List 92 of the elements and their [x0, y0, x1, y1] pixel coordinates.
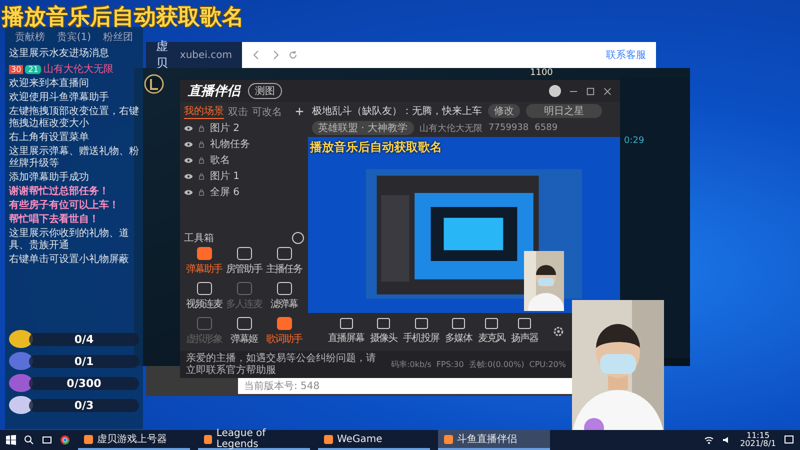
close-icon[interactable] — [603, 86, 612, 96]
stat-text: FPS:30 — [436, 360, 464, 369]
source-button[interactable]: 直播屏幕 — [328, 318, 364, 346]
tool-button[interactable]: 房管助手 — [224, 247, 264, 276]
message-text: 添加弹幕助手成功 — [9, 172, 90, 184]
streamer-name: 山有大伦大无限 — [420, 122, 483, 134]
category-button[interactable]: 英雄联盟 · 大神教学 — [312, 121, 414, 135]
taskbar-app[interactable]: 虚贝游戏上号器 — [78, 430, 190, 450]
lock-icon[interactable] — [197, 172, 206, 180]
add-icon[interactable] — [295, 107, 304, 116]
app-title: 直播伴侣 — [188, 83, 240, 100]
tool-button[interactable]: 主播任务 — [264, 247, 304, 276]
panel-tab[interactable]: 粉丝团 — [103, 30, 134, 44]
taskbar-app[interactable]: 斗鱼直播伴侣 — [438, 430, 550, 450]
message-text: 欢迎来到本直播间 — [9, 78, 89, 90]
source-button[interactable]: 麦克风 — [478, 318, 505, 346]
wifi-icon[interactable] — [704, 435, 714, 445]
rank-badge: 明日之星 — [526, 104, 602, 118]
maximize-icon[interactable] — [586, 86, 595, 96]
lock-icon[interactable] — [197, 156, 206, 164]
room-id: 7759938 — [488, 123, 529, 133]
message-text: 右上角有设置菜单 — [9, 132, 90, 144]
source-button[interactable]: 摄像头 — [370, 318, 397, 346]
lock-icon[interactable] — [197, 124, 206, 132]
task-progress: 0/300 — [29, 376, 139, 390]
eye-icon[interactable] — [184, 124, 193, 132]
message-text: 这里展示你收到的礼物、道具、贵族开通 — [9, 228, 130, 252]
lock-icon[interactable] — [197, 140, 206, 148]
room-title: 极地乱斗（缺队友）：无腾，快来上车 — [312, 104, 482, 118]
taskbar-app[interactable]: League of Legends — [198, 430, 310, 450]
level-badge: 30 — [9, 64, 24, 74]
source-button[interactable]: 扬声器 — [511, 318, 538, 346]
tool-button[interactable]: 视频连麦 — [184, 282, 224, 311]
toolbox-title: 工具箱 — [184, 232, 214, 245]
clock-date[interactable]: 2021/8/1 — [740, 440, 776, 448]
taskbar-app[interactable]: WeGame — [318, 430, 430, 450]
game-logo-icon[interactable] — [144, 74, 164, 94]
task-view-icon[interactable] — [42, 435, 52, 445]
settings-icon[interactable] — [553, 326, 564, 338]
stat-text: 码率:0kb/s — [391, 359, 432, 370]
customer-service-link[interactable]: 联系客服 — [606, 48, 646, 62]
eye-icon[interactable] — [184, 188, 193, 196]
panel-tab[interactable]: 贵宾(1) — [56, 30, 92, 44]
version-tag[interactable]: 测图 — [248, 83, 282, 99]
scene-item[interactable]: 礼物任务 — [210, 137, 250, 151]
stat-text: CPU:20% — [529, 360, 566, 369]
heat-count: 6589 — [534, 123, 558, 133]
panel-tab[interactable]: 贡献榜 — [14, 30, 45, 44]
source-button[interactable]: 手机投屏 — [403, 318, 439, 346]
browser-icon[interactable] — [60, 435, 70, 445]
scene-item[interactable]: 歌名 — [210, 153, 230, 167]
tool-button[interactable]: 滤弹幕 — [264, 282, 304, 311]
task-progress: 0/4 — [29, 332, 139, 346]
message-text: 右键单击可设置小礼物屏蔽 — [9, 254, 130, 266]
eye-icon[interactable] — [184, 172, 193, 180]
scene-item[interactable]: 全屏 6 — [210, 185, 240, 199]
headline-text: 播放音乐后自动获取歌名 — [2, 4, 244, 32]
notice-text: 亲爱的主播，如遇交易等公会纠纷问题，请立即联系官方帮助服 — [186, 353, 377, 376]
scene-tab[interactable]: 我的场景 — [184, 104, 224, 119]
tool-button[interactable]: 歌词助手 — [264, 317, 304, 346]
avatar-icon[interactable] — [549, 85, 561, 97]
eye-icon[interactable] — [184, 156, 193, 164]
message-text: 欢迎使用斗鱼弹幕助手 — [9, 92, 110, 104]
edit-button[interactable]: 修改 — [488, 104, 520, 118]
currency-amount: 1100 — [530, 68, 553, 79]
search-icon[interactable] — [24, 435, 34, 445]
message-text: 这里展示水友进场消息 — [9, 48, 110, 60]
message-text: 左键拖拽顶部改变位置，右键拖拽边框改变大小 — [9, 106, 139, 130]
stat-text: 丢帧:0(0.00%) — [468, 359, 524, 370]
scene-item[interactable]: 图片 1 — [210, 169, 240, 183]
message-text: 这里展示弹幕、赠送礼物、粉丝牌升级等 — [9, 146, 139, 170]
scene-tab[interactable]: 双击 — [228, 104, 248, 118]
reload-icon[interactable] — [288, 50, 298, 60]
scene-item[interactable]: 图片 2 — [210, 121, 240, 135]
user-name: 山有大伦大无限 — [43, 62, 114, 76]
lock-icon[interactable] — [197, 188, 206, 196]
message-text: 谢谢帮忙过总部任务！ — [9, 186, 110, 198]
task-progress: 0/3 — [29, 398, 139, 412]
message-text: 帮忙唱下去看世自！ — [9, 214, 100, 226]
eye-icon[interactable] — [184, 140, 193, 148]
message-text: 有些房子有位可以上车！ — [9, 200, 120, 212]
task-progress: 0/1 — [29, 354, 139, 368]
preview-caption: 播放音乐后自动获取歌名 — [310, 139, 442, 156]
timer-text: 0:29 — [624, 136, 644, 146]
clock-time[interactable]: 11:15 — [746, 432, 770, 440]
tool-button[interactable]: 弹幕姬 — [224, 317, 264, 346]
tool-button[interactable]: 弹幕助手 — [184, 247, 224, 276]
fan-badge: 21 — [25, 64, 42, 74]
scene-tab[interactable]: 可改名 — [252, 104, 282, 118]
source-button[interactable]: 多媒体 — [445, 318, 472, 346]
windows-logo-icon[interactable] — [6, 435, 16, 445]
version-text: 当前版本号: 548 — [243, 380, 320, 393]
